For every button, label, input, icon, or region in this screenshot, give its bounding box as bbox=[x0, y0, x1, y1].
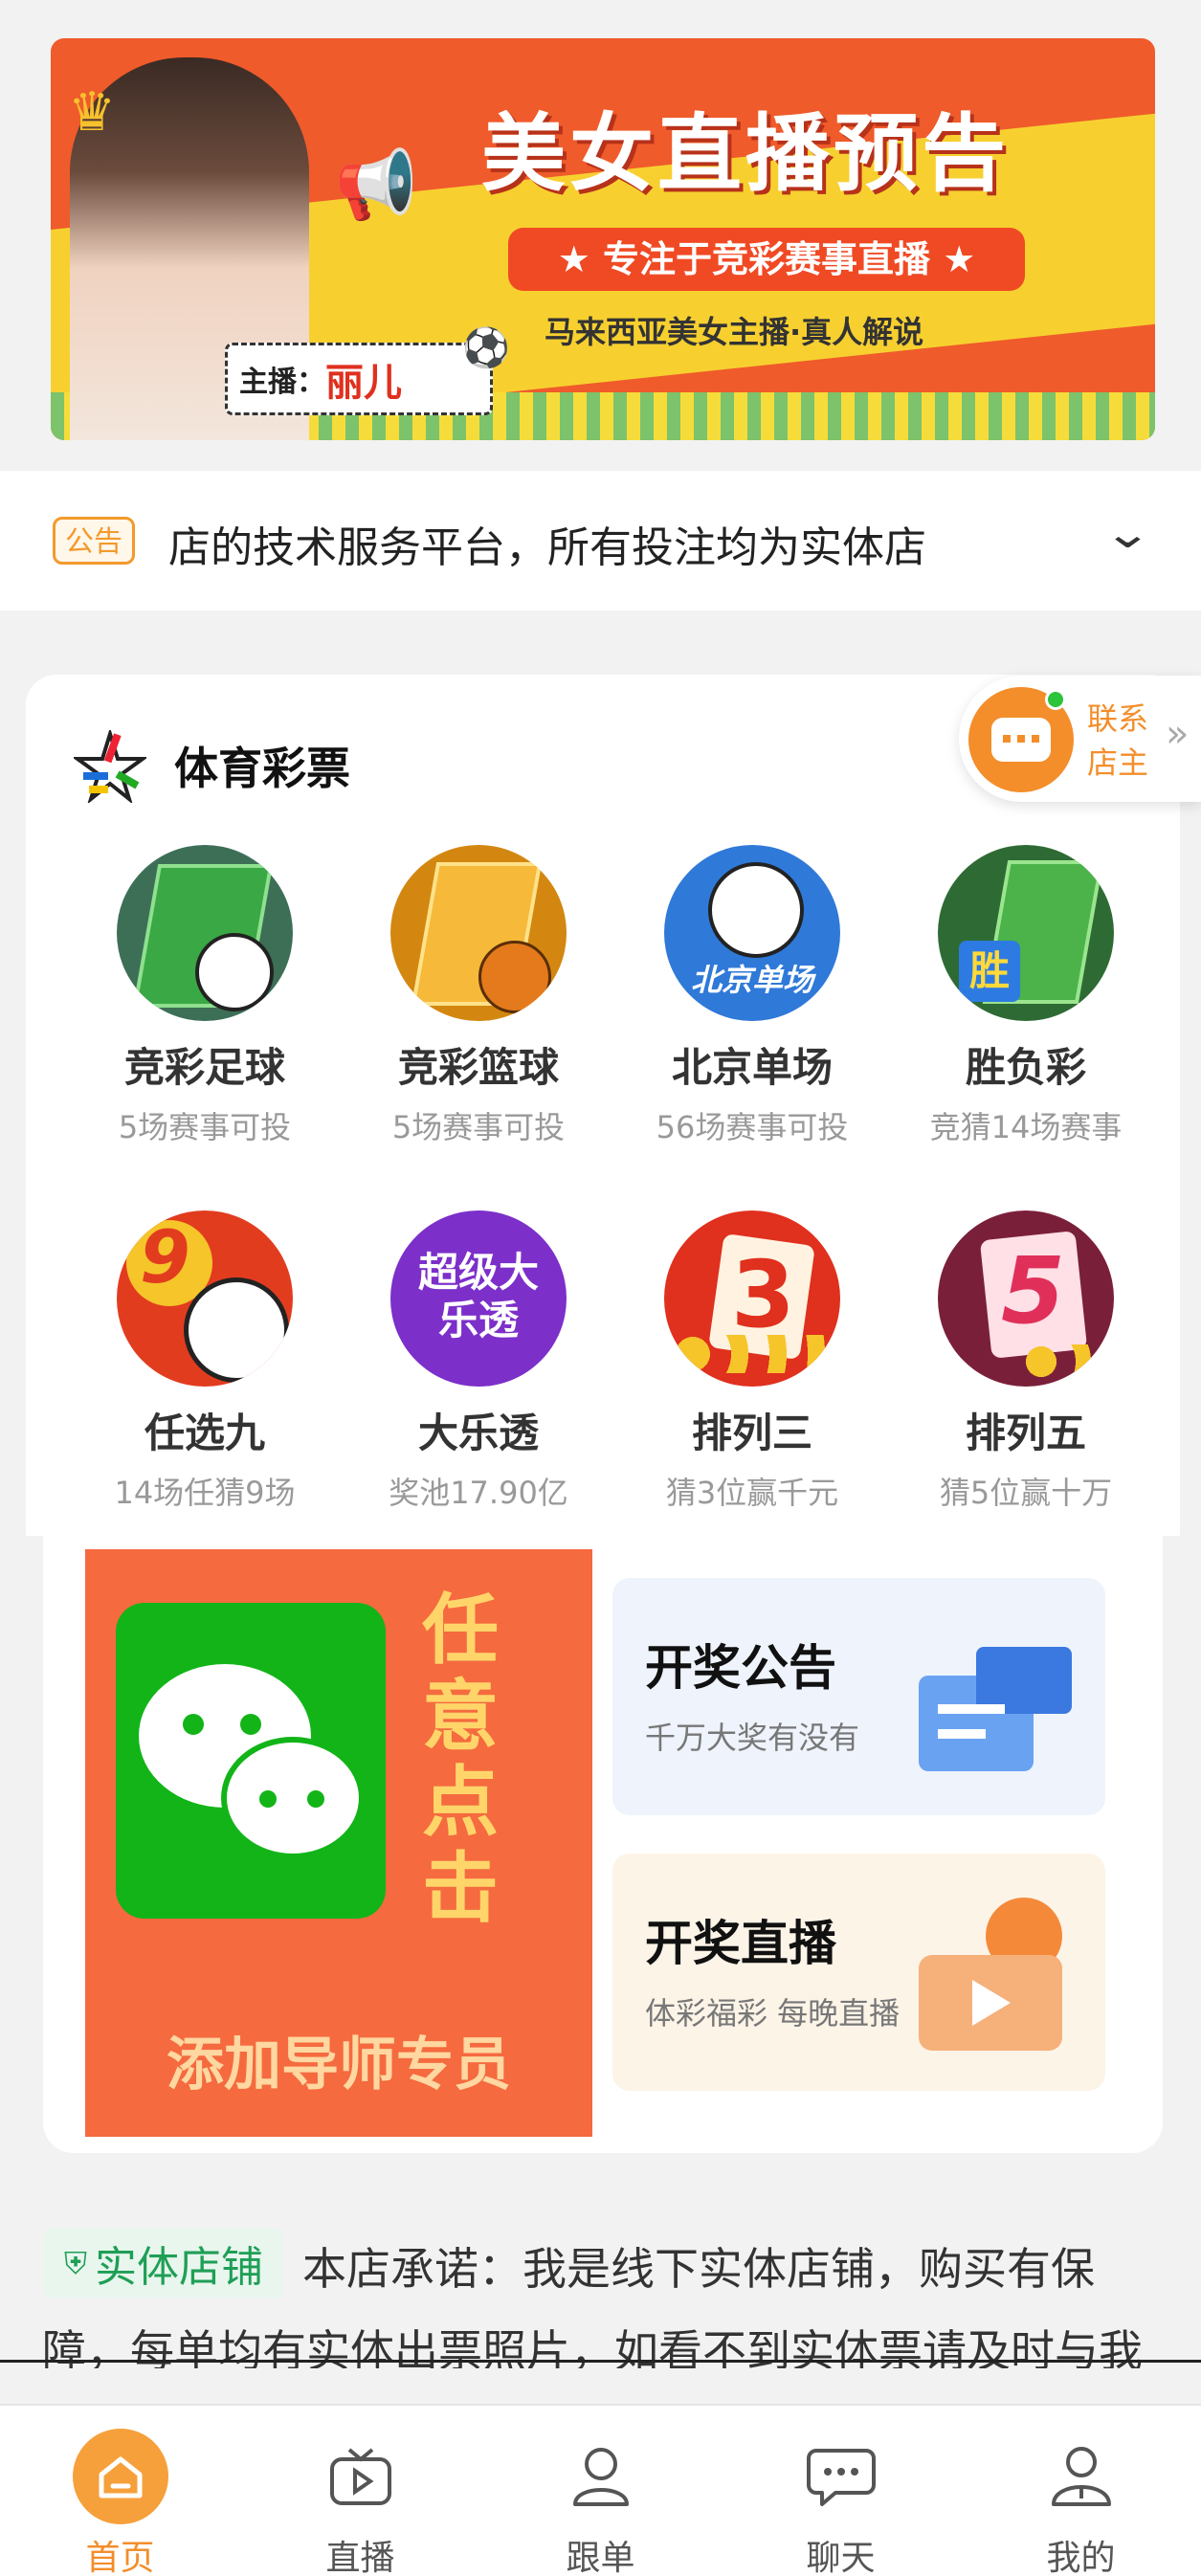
game-sub: 奖池17.90亿 bbox=[389, 1475, 568, 1511]
promo-section: 任意点击 添加导师专员 开奖公告 千万大奖有没有 开奖直播 体彩福彩 每晚直播 bbox=[43, 1536, 1163, 2153]
game-sub: 5场赛事可投 bbox=[118, 1109, 292, 1145]
game-sub: 14场任猜9场 bbox=[114, 1475, 296, 1511]
game-pick-nine[interactable]: 9 任选九 14场任猜9场 bbox=[68, 1210, 342, 1513]
tab-chat[interactable]: 聊天 bbox=[721, 2419, 961, 2576]
sports-lottery-title: 体育彩票 bbox=[174, 743, 350, 794]
game-jingcai-basketball[interactable]: 竞彩篮球 5场赛事可投 bbox=[342, 845, 615, 1147]
video-camera-icon bbox=[919, 1898, 1081, 2060]
banner-pill: ★ 专注于竞彩赛事直播 ★ bbox=[508, 228, 1025, 291]
contact-line1: 联系 bbox=[1087, 700, 1149, 737]
draw-notice-sub: 千万大奖有没有 bbox=[645, 1720, 860, 1756]
shop-promise-line1: 本店承诺：我是线下实体店铺，购买有保 bbox=[302, 2243, 1095, 2295]
chat-bubble-icon bbox=[968, 687, 1074, 792]
tab-label: 跟单 bbox=[566, 2539, 635, 2576]
banner-subtitle: 马来西亚美女主播·真人解说 bbox=[545, 314, 924, 350]
home-icon bbox=[72, 2429, 168, 2524]
sports-lottery-logo-icon bbox=[71, 727, 149, 805]
tab-label: 我的 bbox=[1046, 2539, 1116, 2576]
game-pick-five[interactable]: 5 排列五 猜5位赢十万 bbox=[889, 1210, 1163, 1513]
crown-icon: ♛ bbox=[68, 81, 117, 144]
draw-notice-title: 开奖公告 bbox=[645, 1640, 836, 1696]
contact-line2: 店主 bbox=[1087, 744, 1149, 781]
tab-label: 首页 bbox=[85, 2539, 155, 2576]
tap-anywhere-text: 任意点击 bbox=[422, 1586, 499, 1933]
draw-live-title: 开奖直播 bbox=[645, 1916, 836, 1971]
pick-nine-icon: 9 bbox=[117, 1210, 293, 1387]
game-sub: 竞猜14场赛事 bbox=[929, 1109, 1123, 1145]
add-mentor-card[interactable]: 任意点击 添加导师专员 bbox=[85, 1549, 592, 2137]
soccer-ball-icon: ⚽ bbox=[462, 326, 510, 370]
game-name: 任选九 bbox=[144, 1410, 265, 1456]
shop-badge: ⛨ 实体店铺 bbox=[44, 2229, 283, 2298]
game-win-lose[interactable]: 胜 胜负彩 竞猜14场赛事 bbox=[889, 845, 1163, 1147]
shop-badge-text: 实体店铺 bbox=[95, 2243, 263, 2292]
tab-follow[interactable]: 跟单 bbox=[480, 2419, 721, 2576]
wechat-icon bbox=[116, 1603, 386, 1919]
game-name: 胜负彩 bbox=[965, 1044, 1086, 1091]
draw-notice-card[interactable]: 开奖公告 千万大奖有没有 bbox=[612, 1578, 1105, 1815]
tv-play-icon bbox=[313, 2429, 409, 2524]
tab-label: 直播 bbox=[325, 2539, 395, 2576]
game-sub: 猜3位赢千元 bbox=[665, 1475, 839, 1511]
game-pick-three[interactable]: 3 排列三 猜3位赢千元 bbox=[615, 1210, 889, 1513]
contact-owner-button[interactable]: 联系 店主 » bbox=[959, 676, 1201, 802]
beijing-single-icon: 北京单场 bbox=[664, 845, 840, 1021]
tab-label: 聊天 bbox=[806, 2539, 876, 2576]
draw-live-card[interactable]: 开奖直播 体彩福彩 每晚直播 bbox=[612, 1854, 1105, 2091]
notice-badge: 公告 bbox=[53, 517, 135, 565]
game-sub: 5场赛事可投 bbox=[391, 1109, 566, 1145]
win-lose-icon: 胜 bbox=[938, 845, 1114, 1021]
shield-check-icon: ⛨ bbox=[63, 2244, 87, 2281]
game-super-lotto[interactable]: 超级大乐透 大乐透 奖池17.90亿 bbox=[342, 1210, 615, 1513]
sports-lottery-card: 体育彩票 竞彩足球 5场赛事可投 竞彩篮球 5场赛事可投 北京单场 北京单场 5… bbox=[26, 675, 1180, 1536]
notice-bar[interactable]: 公告 店的技术服务平台，所有投注均为实体店 ⌄ bbox=[0, 471, 1201, 611]
banner-title: 美女直播预告 bbox=[481, 104, 1011, 203]
pick-five-icon: 5 bbox=[938, 1210, 1114, 1387]
game-beijing-single[interactable]: 北京单场 北京单场 56场赛事可投 bbox=[615, 845, 889, 1147]
game-name: 竞彩篮球 bbox=[397, 1044, 559, 1091]
profile-icon bbox=[1034, 2429, 1129, 2524]
draw-live-sub: 体彩福彩 每晚直播 bbox=[645, 1995, 901, 2032]
megaphone-icon: 📢 bbox=[334, 145, 418, 224]
game-sub: 56场赛事可投 bbox=[656, 1109, 849, 1145]
online-dot bbox=[1045, 689, 1066, 710]
chat-icon bbox=[793, 2429, 889, 2524]
super-lotto-icon: 超级大乐透 bbox=[390, 1210, 567, 1387]
game-sub: 猜5位赢十万 bbox=[939, 1475, 1113, 1511]
host-name: 丽儿 bbox=[325, 361, 402, 405]
live-preview-banner[interactable]: ♛ 📢 美女直播预告 ★ 专注于竞彩赛事直播 ★ 马来西亚美女主播·真人解说 主… bbox=[51, 38, 1155, 440]
game-name: 竞彩足球 bbox=[123, 1044, 285, 1091]
divider bbox=[0, 2360, 1201, 2363]
chevron-down-icon[interactable]: ⌄ bbox=[1103, 509, 1153, 558]
notice-text: 店的技术服务平台，所有投注均为实体店 bbox=[168, 523, 926, 570]
pick-three-icon: 3 bbox=[664, 1210, 840, 1387]
chevron-right-icon: » bbox=[1166, 712, 1190, 756]
shop-promise: ⛨ 实体店铺 本店承诺：我是线下实体店铺，购买有保 障，每单均有实体出票照片，如… bbox=[42, 2225, 1162, 2368]
host-label: 主播： bbox=[239, 366, 325, 399]
user-follow-icon bbox=[553, 2429, 649, 2524]
tab-home[interactable]: 首页 bbox=[0, 2419, 240, 2576]
game-name: 大乐透 bbox=[417, 1410, 539, 1456]
document-icon bbox=[919, 1637, 1072, 1771]
game-name: 北京单场 bbox=[671, 1044, 833, 1091]
game-name: 排列五 bbox=[965, 1410, 1086, 1456]
game-name: 排列三 bbox=[691, 1410, 812, 1456]
bottom-tab-bar: 首页 直播 跟单 聊天 我的 bbox=[0, 2404, 1201, 2576]
basketball-court-icon bbox=[390, 845, 567, 1021]
game-jingcai-football[interactable]: 竞彩足球 5场赛事可投 bbox=[68, 845, 342, 1147]
add-mentor-cta: 添加导师专员 bbox=[167, 2032, 511, 2099]
football-field-icon bbox=[117, 845, 293, 1021]
tab-live[interactable]: 直播 bbox=[240, 2419, 480, 2576]
tab-mine[interactable]: 我的 bbox=[961, 2419, 1201, 2576]
host-tag: 主播： 丽儿 bbox=[225, 343, 493, 415]
